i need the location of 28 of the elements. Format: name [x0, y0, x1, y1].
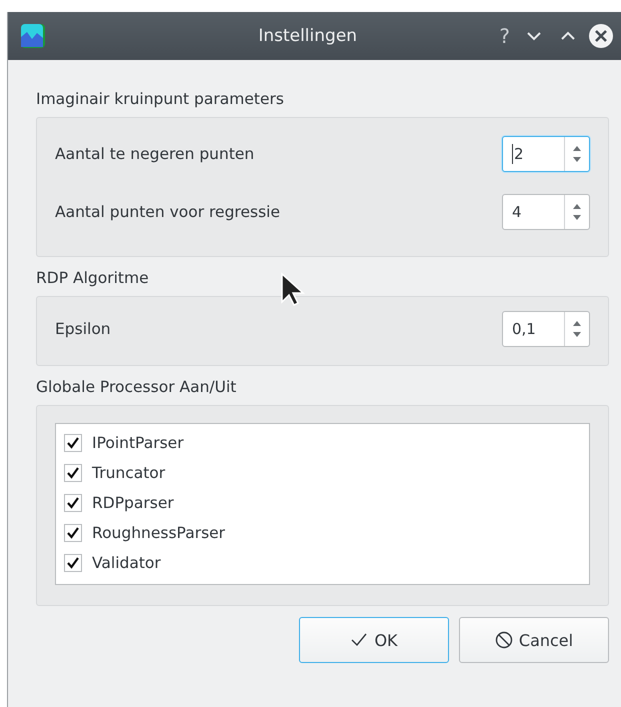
checkbox[interactable] [64, 434, 82, 452]
processor-label: RDPparser [92, 494, 174, 512]
processor-label: RoughnessParser [92, 524, 226, 542]
group-title: RDP Algoritme [36, 269, 150, 287]
field-label: Aantal te negeren punten [55, 145, 254, 163]
ok-button[interactable]: OK [299, 617, 449, 663]
number-spin-box[interactable]: 2 [502, 136, 590, 172]
group-title: Imaginair kruinpunt parameters [36, 90, 285, 108]
checkbox[interactable] [64, 494, 82, 512]
field-label: Epsilon [55, 320, 111, 338]
cancel-button[interactable]: Cancel [459, 617, 609, 663]
checkbox[interactable] [64, 524, 82, 542]
checkbox[interactable] [64, 464, 82, 482]
mouse-pointer-icon [280, 272, 306, 308]
app-icon [20, 23, 46, 49]
help-button[interactable]: ? [499, 24, 510, 48]
close-icon[interactable] [588, 23, 614, 49]
window-title: Instellingen [257, 26, 358, 46]
group-title: Globale Processor Aan/Uit [36, 378, 238, 396]
checkbox[interactable] [64, 554, 82, 572]
processor-label: Validator [92, 554, 161, 572]
checkmark-icon [350, 632, 368, 648]
field-label: Aantal punten voor regressie [55, 203, 280, 221]
number-spin-box[interactable]: 0,1 [502, 311, 590, 347]
cancel-icon [494, 631, 513, 649]
number-spin-box[interactable]: 4 [502, 194, 590, 230]
processor-label: IPointParser [92, 434, 184, 452]
processor-label: Truncator [92, 464, 166, 482]
